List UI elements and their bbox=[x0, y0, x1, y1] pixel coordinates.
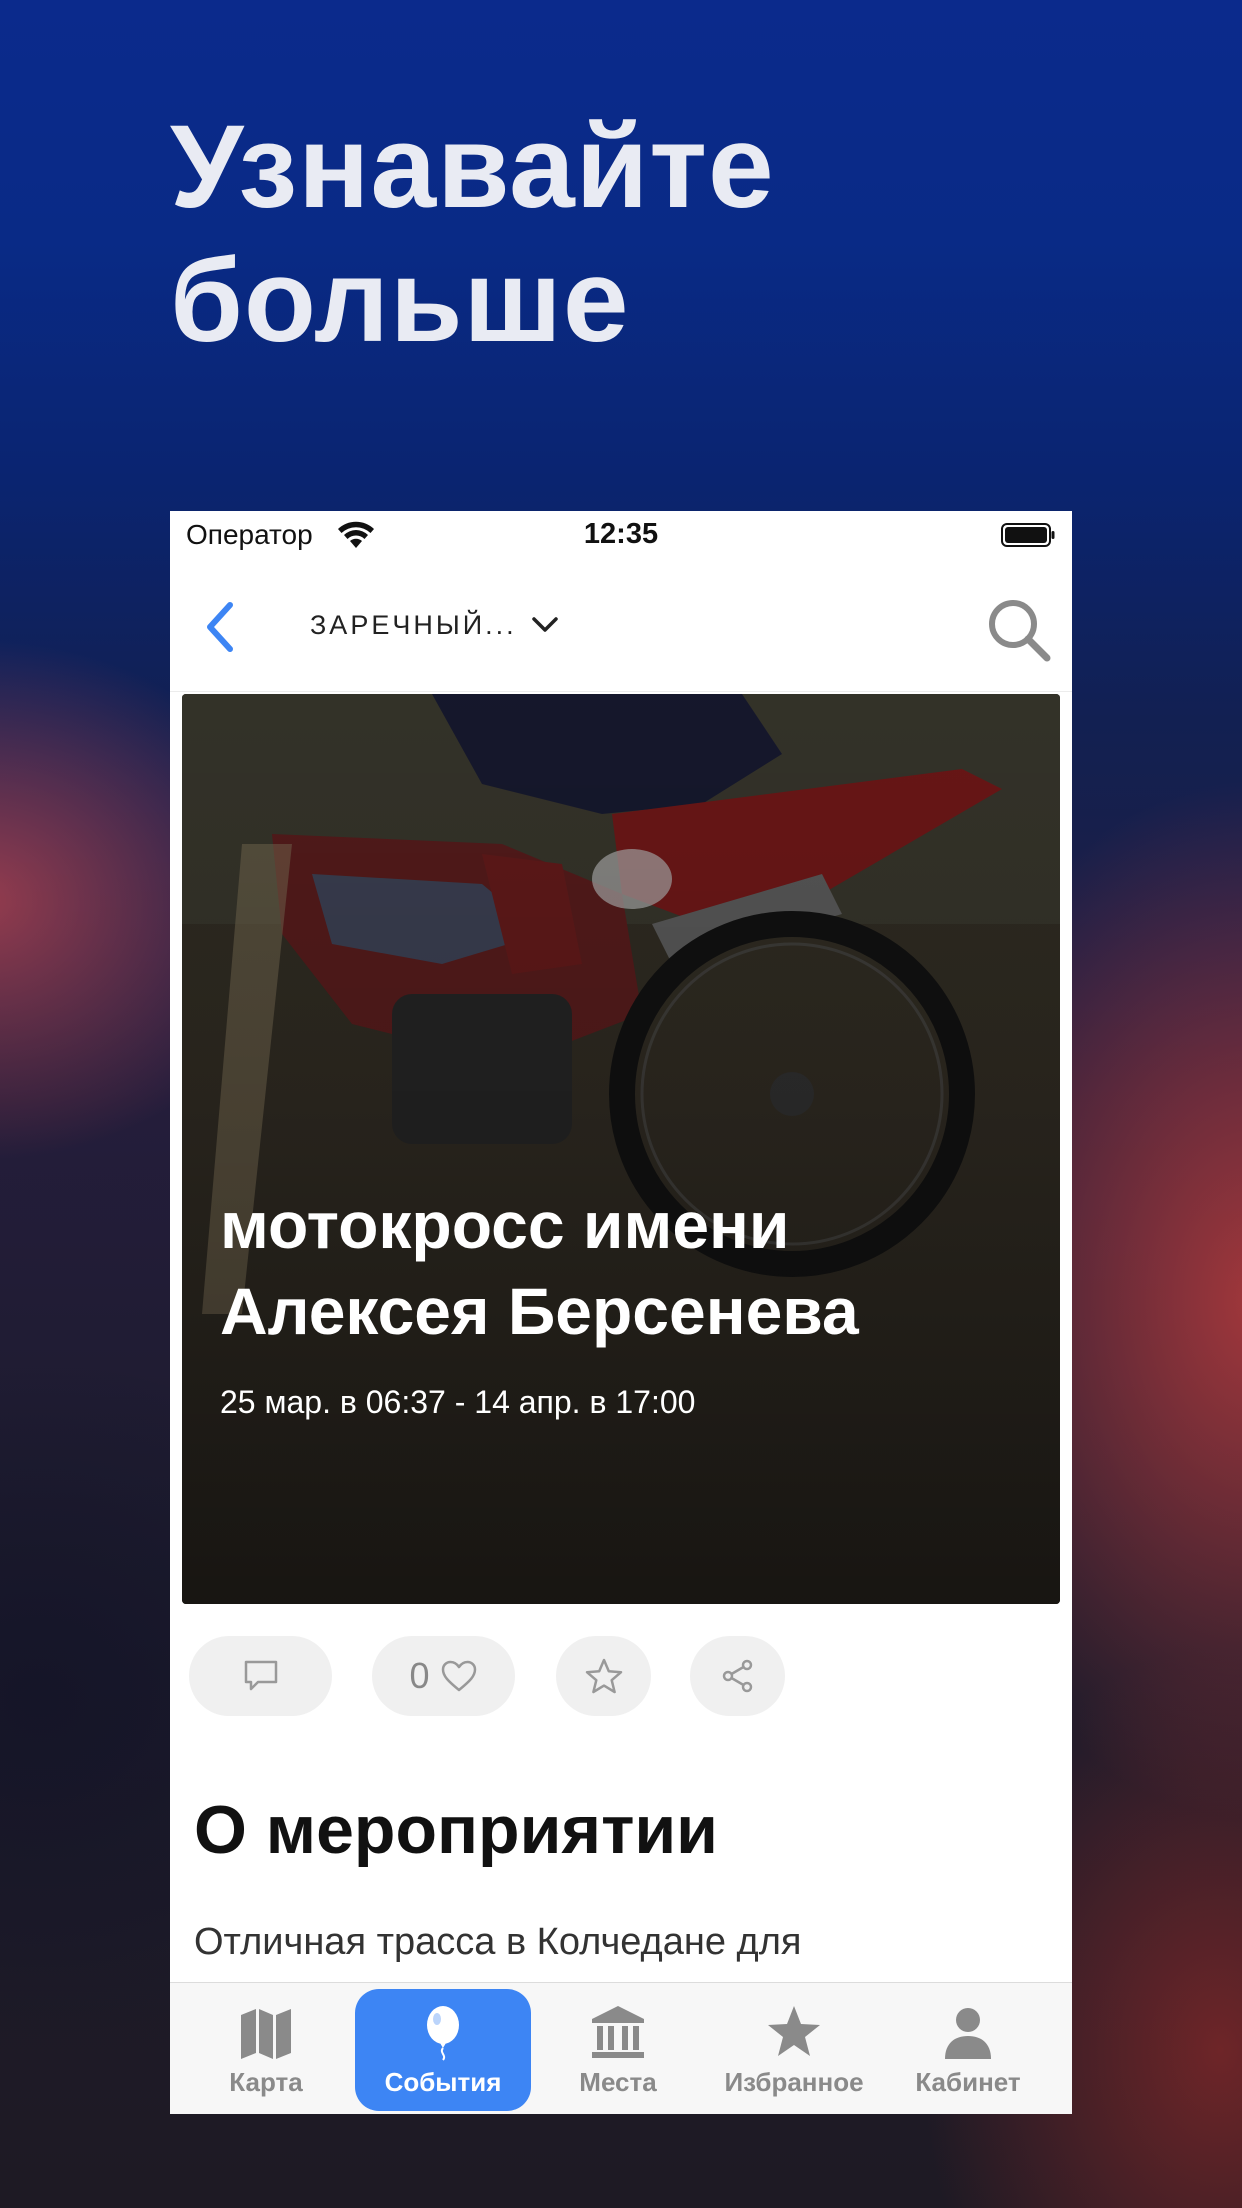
event-actions: 0 bbox=[170, 1636, 1072, 1720]
comment-icon bbox=[244, 1660, 277, 1691]
comment-button[interactable] bbox=[189, 1636, 332, 1716]
event-title: мотокросс имени Алексея Берсенева bbox=[220, 1188, 859, 1348]
back-chevron-icon[interactable] bbox=[200, 597, 244, 657]
promo-headline-line1: Узнавайте bbox=[170, 101, 775, 233]
tab-places-label: Места bbox=[579, 2067, 657, 2097]
tab-places[interactable]: Места bbox=[530, 1989, 706, 2111]
museum-icon bbox=[592, 2006, 644, 2058]
map-icon bbox=[241, 2009, 291, 2059]
star-icon bbox=[768, 2006, 820, 2056]
search-icon[interactable] bbox=[986, 597, 1052, 663]
promo-headline-line2: больше bbox=[170, 235, 630, 367]
balloon-icon bbox=[427, 2006, 459, 2061]
share-icon bbox=[722, 1659, 752, 1693]
tab-favorites-label: Избранное bbox=[724, 2067, 864, 2097]
favorite-button[interactable] bbox=[556, 1636, 651, 1716]
status-time: 12:35 bbox=[583, 518, 659, 550]
phone-screen: Оператор 12:35 ЗАРЕЧНЫЙ... мотокросс име… bbox=[170, 511, 1072, 2114]
about-section-title: О мероприятии bbox=[194, 1792, 718, 1868]
about-description: Отличная трасса в Колчедане для bbox=[194, 1921, 802, 1963]
person-icon bbox=[945, 2008, 991, 2059]
event-dates: 25 мар. в 06:37 - 14 апр. в 17:00 bbox=[220, 1384, 696, 1420]
status-bar: Оператор 12:35 bbox=[170, 511, 1072, 561]
tab-cabinet-label: Кабинет bbox=[915, 2067, 1021, 2097]
like-button[interactable]: 0 bbox=[372, 1636, 515, 1716]
tab-map-label: Карта bbox=[229, 2067, 303, 2097]
star-outline-icon bbox=[585, 1658, 622, 1694]
city-selector[interactable]: ЗАРЕЧНЫЙ... bbox=[310, 601, 559, 649]
heart-icon bbox=[441, 1660, 476, 1692]
event-photo bbox=[182, 694, 1060, 1604]
tab-map[interactable]: Карта bbox=[178, 1989, 354, 2111]
tab-favorites[interactable]: Избранное bbox=[706, 1989, 882, 2111]
tab-bar: Карта События Места Избранное Кабинет bbox=[170, 1982, 1072, 2114]
battery-icon bbox=[1001, 523, 1055, 547]
tab-cabinet[interactable]: Кабинет bbox=[880, 1989, 1056, 2111]
city-label: ЗАРЕЧНЫЙ... bbox=[310, 609, 517, 640]
tab-events-label: События bbox=[384, 2067, 502, 2097]
share-button[interactable] bbox=[690, 1636, 785, 1716]
chevron-down-icon bbox=[531, 617, 558, 632]
likes-count: 0 bbox=[409, 1655, 430, 1696]
tab-events[interactable]: События bbox=[355, 1989, 531, 2111]
navigation-bar: ЗАРЕЧНЫЙ... bbox=[170, 561, 1072, 692]
event-hero[interactable]: мотокросс имени Алексея Берсенева 25 мар… bbox=[182, 694, 1060, 1604]
promo-headline: Узнавайте больше bbox=[170, 100, 775, 368]
